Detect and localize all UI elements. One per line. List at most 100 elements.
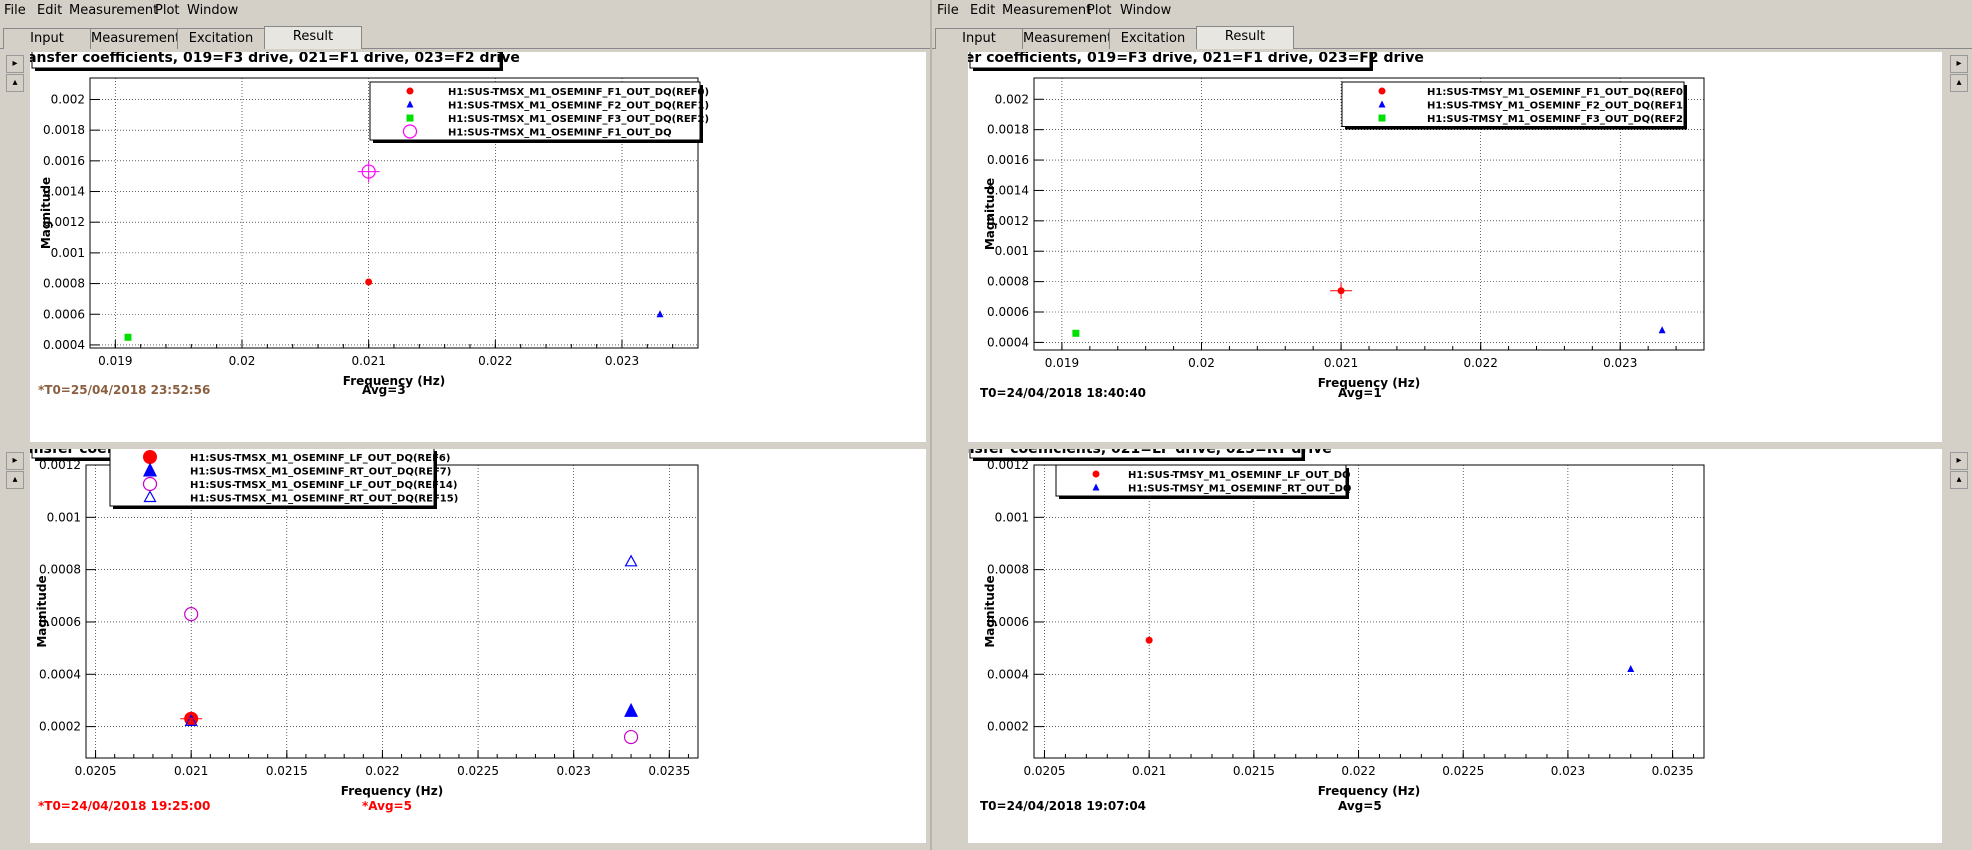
- x-tick-label: 0.023: [1551, 764, 1585, 778]
- y-tick-label: 0.0004: [39, 667, 81, 681]
- legend-marker: [1092, 470, 1100, 478]
- pad3-options-button[interactable]: ▸: [6, 452, 24, 470]
- menu-edit[interactable]: Edit: [37, 3, 62, 18]
- data-point: [365, 278, 373, 286]
- menu-window[interactable]: Window: [187, 3, 238, 18]
- right-window: File Edit Measurement Plot Window Input …: [916, 0, 1972, 850]
- x-axis-label: Frequency (Hz): [341, 784, 443, 798]
- x-tick-label: 0.0235: [648, 764, 690, 778]
- x-tick-label: 0.021: [351, 354, 385, 368]
- legend-label: H1:SUS-TMSY_M1_OSEMINF_F3_OUT_DQ(REF2): [1427, 114, 1688, 125]
- plot-4-svg: 0.0205 0.021 0.0215 0.022 0.0225 0.023 0.0235 0…: [940, 436, 1705, 813]
- y-tick-label: 0.001: [47, 510, 81, 524]
- menu-plot[interactable]: Plot: [155, 3, 180, 18]
- x-tick-label: 0.023: [605, 354, 639, 368]
- menu-bar: File Edit Measurement Plot Window: [932, 0, 1972, 20]
- x-tick-label: 0.02: [229, 354, 256, 368]
- plot-3-svg: 0.0205 0.021 0.0215 0.022 0.0225 0.023 0.0235 0…: [9, 436, 699, 813]
- x-tick-label: 0.0215: [266, 764, 308, 778]
- x-tick-label: 0.022: [1463, 356, 1497, 370]
- t0-timestamp: *T0=24/04/2018 19:25:00: [38, 799, 210, 813]
- avg-count: Avg=1: [1338, 386, 1382, 400]
- tab-excitation[interactable]: Excitation: [177, 28, 265, 49]
- legend-label: H1:SUS-TMSY_M1_OSEMINF_F1_OUT_DQ(REF0): [1427, 87, 1688, 98]
- y-axis-label: Magnitude: [35, 575, 49, 647]
- menu-file[interactable]: File: [937, 3, 959, 18]
- y-tick-label: 0.001: [995, 510, 1029, 524]
- x-tick-label: 0.0205: [75, 764, 117, 778]
- y-tick-label: 0.0008: [987, 563, 1029, 577]
- y-tick-label: 0.0004: [987, 335, 1029, 349]
- plot-pad-2: 0.019 0.02 0.021 0.022 0.023 0.0004 0.0006 0.00…: [916, 45, 1942, 442]
- menu-bar: File Edit Measurement Plot Window: [0, 0, 930, 20]
- legend-label: H1:SUS-TMSY_M1_OSEMINF_RT_OUT_DQ: [1128, 484, 1351, 495]
- x-tick-label: 0.021: [1132, 764, 1166, 778]
- x-tick-label: 0.021: [174, 764, 208, 778]
- t0-timestamp: *T0=25/04/2018 23:52:56: [38, 383, 210, 397]
- tab-input[interactable]: Input: [935, 28, 1023, 49]
- x-tick-label: 0.022: [365, 764, 399, 778]
- pad1-collapse-button[interactable]: ▴: [6, 74, 24, 92]
- x-tick-label: 0.022: [478, 354, 512, 368]
- menu-plot[interactable]: Plot: [1087, 3, 1112, 18]
- pad4-collapse-button[interactable]: ▴: [1950, 471, 1968, 489]
- legend-marker: [1378, 87, 1386, 95]
- x-tick-label: 0.019: [98, 354, 132, 368]
- x-tick-label: 0.0225: [1442, 764, 1484, 778]
- y-tick-label: 0.0008: [43, 277, 85, 291]
- x-tick-label: 0.023: [1603, 356, 1637, 370]
- tab-result[interactable]: Result: [1196, 26, 1294, 49]
- plot-frame: [1033, 464, 1705, 759]
- legend-label: H1:SUS-TMSY_M1_OSEMINF_LF_OUT_DQ: [1128, 470, 1351, 481]
- legend-label: H1:SUS-TMSY_M1_OSEMINF_F2_OUT_DQ(REF1): [1427, 101, 1688, 112]
- pad1-options-button[interactable]: ▸: [6, 55, 24, 73]
- tab-bar: Input Measurement Excitation Result: [932, 26, 1972, 49]
- y-tick-label: 0.001: [51, 246, 85, 260]
- legend-marker: [406, 114, 414, 122]
- menu-measurement[interactable]: Measurement: [1002, 3, 1091, 18]
- y-tick-label: 0.0008: [987, 275, 1029, 289]
- tab-measurement[interactable]: Measurement: [1022, 28, 1112, 49]
- y-tick-label: 0.002: [51, 92, 85, 106]
- tab-measurement[interactable]: Measurement: [90, 28, 180, 49]
- left-window: File Edit Measurement Plot Window Input …: [0, 0, 930, 850]
- y-tick-label: 0.001: [995, 244, 1029, 258]
- y-tick-label: 0.0004: [43, 338, 85, 352]
- legend-label: H1:SUS-TMSX_M1_OSEMINF_F2_OUT_DQ(REF1): [448, 101, 709, 112]
- tab-excitation[interactable]: Excitation: [1109, 28, 1197, 49]
- y-tick-label: 0.0002: [39, 720, 81, 734]
- t0-timestamp: T0=24/04/2018 19:07:04: [980, 799, 1146, 813]
- plot-2-svg: 0.019 0.02 0.021 0.022 0.023 0.0004 0.0006 0.00…: [916, 45, 1705, 400]
- y-axis-label: Magnitude: [983, 178, 997, 250]
- plot-pad-1: 0.019 0.02 0.021 0.022 0.023 0.0004 0.0006 0.00…: [12, 45, 926, 442]
- chart-title: Transfer coefficients, 019=F3 drive, 021…: [968, 52, 1424, 66]
- menu-measurement[interactable]: Measurement: [69, 3, 158, 18]
- tab-bar: Input Measurement Excitation Result: [0, 26, 930, 49]
- x-axis-label: Frequency (Hz): [1318, 784, 1420, 798]
- pad2-collapse-button[interactable]: ▴: [1950, 74, 1968, 92]
- tab-result[interactable]: Result: [264, 26, 362, 49]
- pad3-collapse-button[interactable]: ▴: [6, 471, 24, 489]
- x-tick-label: 0.023: [557, 764, 591, 778]
- avg-count: Avg=3: [362, 383, 406, 397]
- plot-pad-4: 0.0205 0.021 0.0215 0.022 0.0225 0.023 0.0235 0…: [940, 436, 1942, 843]
- menu-file[interactable]: File: [4, 3, 26, 18]
- tab-input[interactable]: Input: [3, 28, 91, 49]
- y-tick-label: 0.0006: [987, 305, 1029, 319]
- legend-marker: [1378, 114, 1386, 122]
- avg-count: *Avg=5: [362, 799, 412, 813]
- pad4-options-button[interactable]: ▸: [1950, 452, 1968, 470]
- legend-marker: [406, 87, 414, 95]
- x-tick-label: 0.0225: [457, 764, 499, 778]
- y-tick-label: 0.0018: [987, 123, 1029, 137]
- legend-label: H1:SUS-TMSX_M1_OSEMINF_F1_OUT_DQ(REF0): [448, 87, 709, 98]
- legend-label: H1:SUS-TMSX_M1_OSEMINF_RT_OUT_DQ(REF7): [190, 467, 451, 478]
- t0-timestamp: T0=24/04/2018 18:40:40: [980, 386, 1146, 400]
- menu-edit[interactable]: Edit: [970, 3, 995, 18]
- menu-window[interactable]: Window: [1120, 3, 1171, 18]
- legend-label: H1:SUS-TMSX_M1_OSEMINF_F1_OUT_DQ: [448, 128, 672, 139]
- y-tick-label: 0.002: [995, 92, 1029, 106]
- pad2-options-button[interactable]: ▸: [1950, 55, 1968, 73]
- x-tick-label: 0.0235: [1652, 764, 1694, 778]
- x-tick-label: 0.022: [1341, 764, 1375, 778]
